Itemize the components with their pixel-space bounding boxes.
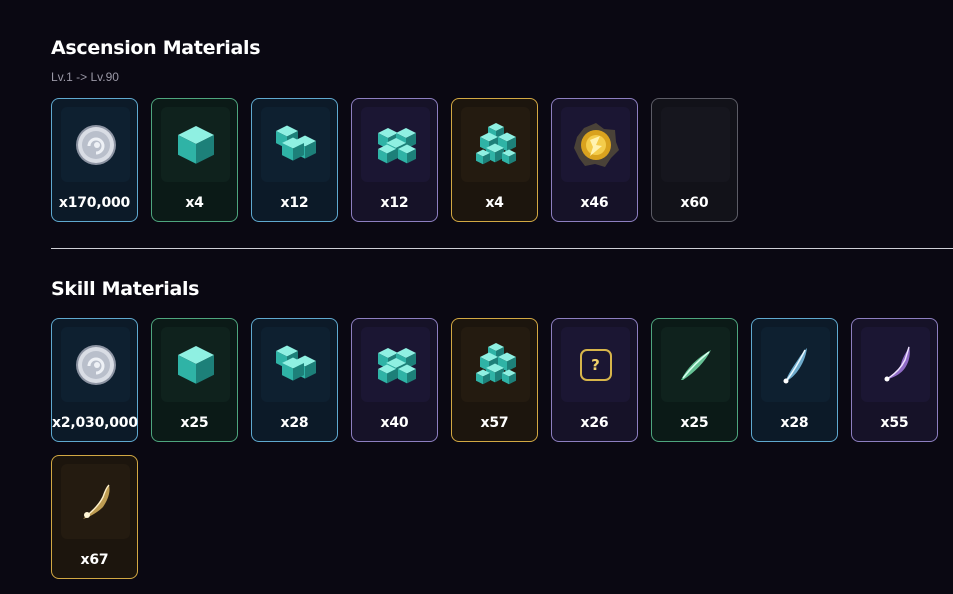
material-quantity: x4 <box>185 195 204 211</box>
material-card[interactable]: x57 <box>451 318 538 442</box>
material-card[interactable]: x4 <box>451 98 538 222</box>
ascension-materials-grid: x170,000 x4 x12 x12 x4 x46 x60 <box>51 98 951 222</box>
ascension-materials-title: Ascension Materials <box>51 37 261 59</box>
material-card[interactable]: x12 <box>251 98 338 222</box>
material-quantity: x12 <box>280 195 309 211</box>
material-quantity: x2,030,000 <box>52 415 138 431</box>
credit-coin-icon <box>72 341 120 389</box>
cube-stack-icon <box>272 121 320 169</box>
material-icon-box <box>161 107 230 182</box>
purple-wisp-icon <box>873 342 919 388</box>
green-wisp-icon <box>673 342 719 388</box>
material-card[interactable]: x170,000 <box>51 98 138 222</box>
material-quantity: x4 <box>485 195 504 211</box>
material-card[interactable]: x28 <box>751 318 838 442</box>
section-divider <box>51 248 953 249</box>
material-quantity: x57 <box>480 415 509 431</box>
material-icon-box <box>361 327 430 402</box>
material-icon-box <box>161 327 230 402</box>
golden-orb-icon <box>571 120 621 170</box>
material-quantity: x25 <box>680 415 709 431</box>
material-icon-box <box>761 327 830 402</box>
skill-materials-grid: x2,030,000 x25 x28 x40 x57? x26 x25 x28 x5… <box>51 318 951 579</box>
material-icon-box <box>861 327 930 402</box>
material-icon-box <box>461 107 530 182</box>
material-quantity: x67 <box>80 552 109 568</box>
cube-tower-icon <box>472 341 520 389</box>
material-icon-box <box>261 327 330 402</box>
material-card[interactable]: x60 <box>651 98 738 222</box>
material-icon-box <box>561 107 630 182</box>
material-quantity: x55 <box>880 415 909 431</box>
material-quantity: x12 <box>380 195 409 211</box>
material-quantity: x28 <box>280 415 309 431</box>
material-icon-box <box>661 327 730 402</box>
cube-small-icon <box>173 342 219 388</box>
material-icon-box <box>61 464 130 539</box>
material-quantity: x40 <box>380 415 409 431</box>
material-quantity: x25 <box>180 415 209 431</box>
material-card[interactable]: x25 <box>651 318 738 442</box>
unknown-item-icon: ? <box>579 348 612 381</box>
material-quantity: x170,000 <box>58 195 131 211</box>
level-range-label: Lv.1 -> Lv.90 <box>51 70 119 84</box>
cube-stack-icon <box>272 341 320 389</box>
material-card[interactable]: x25 <box>151 318 238 442</box>
material-icon-box <box>361 107 430 182</box>
material-icon-box: ? <box>561 327 630 402</box>
material-card[interactable]: x28 <box>251 318 338 442</box>
material-card[interactable]: x67 <box>51 455 138 579</box>
cube-cluster-icon <box>372 121 420 169</box>
material-card[interactable]: ? x26 <box>551 318 638 442</box>
material-quantity: x28 <box>780 415 809 431</box>
material-card[interactable]: x2,030,000 <box>51 318 138 442</box>
material-card[interactable]: x40 <box>351 318 438 442</box>
material-card[interactable]: x55 <box>851 318 938 442</box>
material-icon-box <box>261 107 330 182</box>
cube-cluster-icon <box>372 341 420 389</box>
material-card[interactable]: x46 <box>551 98 638 222</box>
unknown-item-glyph: ? <box>579 348 612 381</box>
material-card[interactable]: x4 <box>151 98 238 222</box>
blue-wisp-icon <box>773 342 819 388</box>
credit-coin-icon <box>72 121 120 169</box>
material-icon-box <box>61 327 130 402</box>
material-icon-box <box>661 107 730 182</box>
material-quantity: x60 <box>680 195 709 211</box>
cube-tower-icon <box>472 121 520 169</box>
material-icon-box <box>461 327 530 402</box>
material-quantity: x26 <box>580 415 609 431</box>
material-icon-box <box>61 107 130 182</box>
material-card[interactable]: x12 <box>351 98 438 222</box>
gold-wisp-icon <box>73 479 119 525</box>
skill-materials-title: Skill Materials <box>51 278 200 300</box>
cube-small-icon <box>173 122 219 168</box>
material-quantity: x46 <box>580 195 609 211</box>
